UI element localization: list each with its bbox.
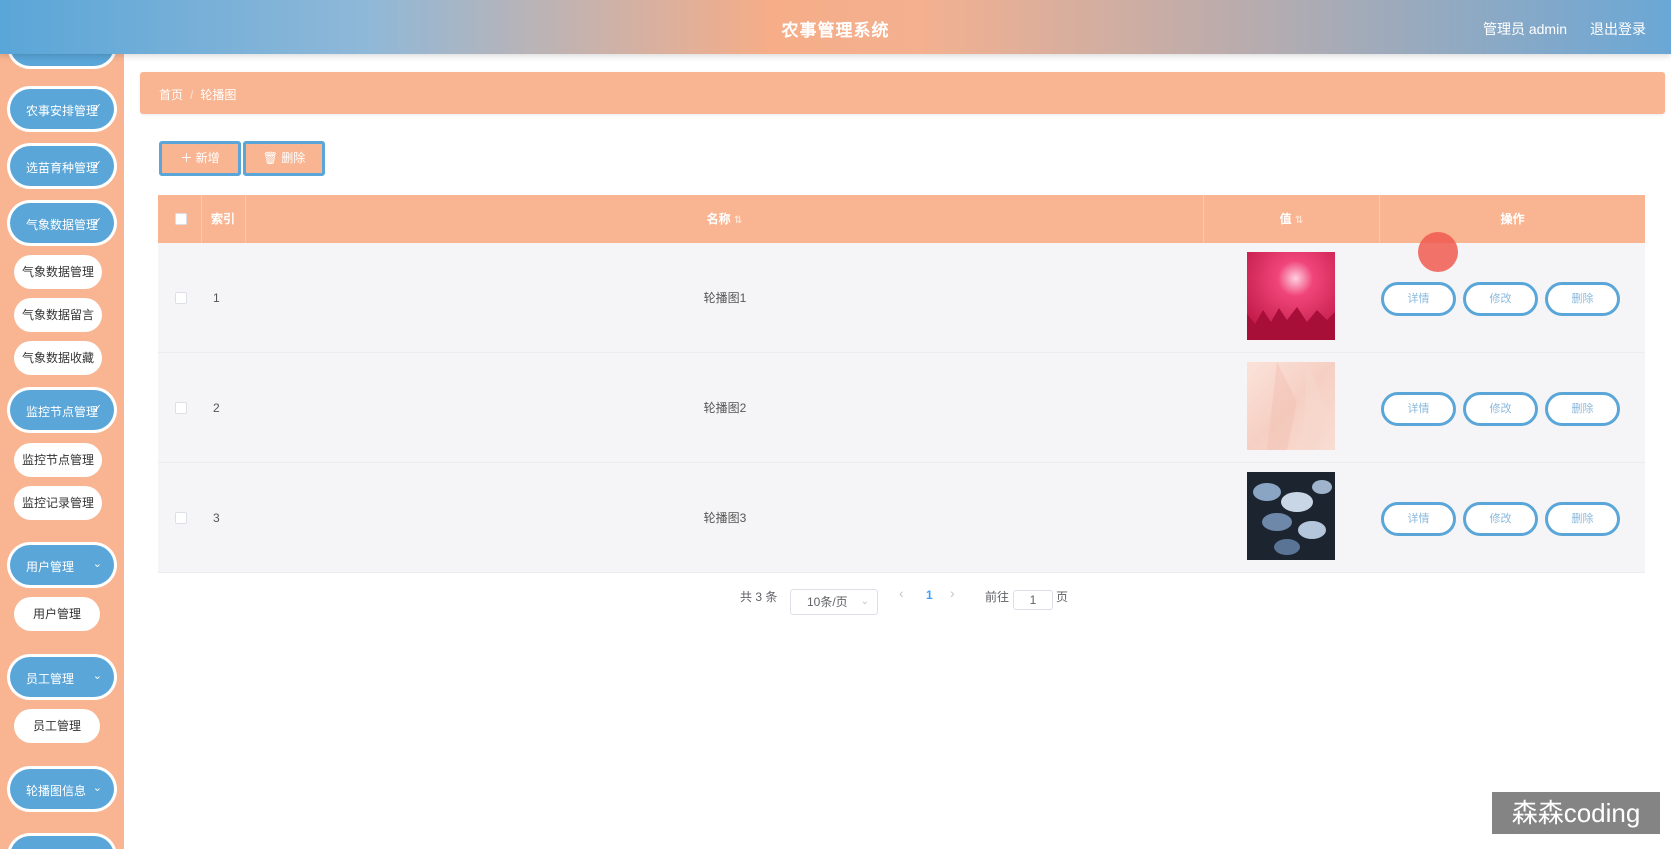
chevron-down-icon: ⌄ bbox=[92, 670, 102, 682]
sidebar-group-label: 监控节点管理 bbox=[26, 405, 99, 419]
sidebar-item-monitor-node[interactable]: 监控节点管理 bbox=[14, 443, 102, 477]
watermark: 森森coding bbox=[1492, 792, 1660, 834]
header-name[interactable]: 名称 ⇅ bbox=[246, 195, 1204, 243]
carousel-image-thumbnail[interactable] bbox=[1247, 472, 1335, 560]
pagination-total: 共 3 条 bbox=[740, 590, 778, 604]
sidebar-group-monitor-node[interactable]: 监控节点管理 ✓ bbox=[10, 390, 114, 430]
check-icon: ✓ bbox=[92, 102, 102, 114]
edit-button[interactable]: 修改 bbox=[1463, 392, 1538, 426]
edit-button[interactable]: 修改 bbox=[1463, 282, 1538, 316]
sidebar-item-weather-favorite[interactable]: 气象数据收藏 bbox=[14, 341, 102, 375]
sidebar-group-carousel[interactable]: 轮播图信息 ⌄ bbox=[10, 769, 114, 809]
breadcrumb: 首页 / 轮播图 bbox=[159, 86, 236, 103]
sidebar-group-users[interactable]: 用户管理 ⌄ bbox=[10, 545, 114, 585]
row-index: 1 bbox=[213, 291, 220, 305]
sidebar-group-seedling[interactable]: 选苗育种管理 ✓ bbox=[10, 146, 114, 186]
sort-icon[interactable]: ⇅ bbox=[1295, 215, 1303, 226]
sidebar: 农事安排管理 ✓ 选苗育种管理 ✓ 气象数据管理 ✓ 气象数据管理 气象数据留言… bbox=[0, 54, 124, 849]
sidebar-item-weather-message[interactable]: 气象数据留言 bbox=[14, 298, 102, 332]
detail-button[interactable]: 详情 bbox=[1381, 282, 1456, 316]
breadcrumb-separator: / bbox=[190, 88, 194, 102]
logout-link[interactable]: 退出登录 bbox=[1590, 19, 1646, 39]
sidebar-group-label: 选苗育种管理 bbox=[26, 161, 99, 175]
header-actions: 操作 bbox=[1500, 212, 1525, 226]
page-number-current[interactable]: 1 bbox=[926, 588, 933, 602]
sidebar-group-farm-schedule[interactable]: 农事安排管理 ✓ bbox=[10, 89, 114, 129]
row-checkbox[interactable] bbox=[175, 402, 187, 414]
current-user: 管理员 admin bbox=[1482, 21, 1567, 37]
check-icon: ✓ bbox=[92, 403, 102, 415]
chevron-down-icon: ⌄ bbox=[92, 558, 102, 570]
sidebar-item-users[interactable]: 用户管理 bbox=[14, 597, 100, 631]
page-size-select[interactable]: 10条/页 ⌄ bbox=[790, 589, 878, 615]
app-title: 农事管理系统 bbox=[781, 21, 890, 40]
edit-button[interactable]: 修改 bbox=[1463, 502, 1538, 536]
header-index: 索引 bbox=[202, 195, 246, 243]
check-icon: ✓ bbox=[92, 159, 102, 171]
row-checkbox[interactable] bbox=[175, 292, 187, 304]
sort-icon[interactable]: ⇅ bbox=[734, 215, 742, 226]
header-value-label: 值 bbox=[1279, 212, 1292, 226]
sidebar-group-label: 轮播图信息 bbox=[26, 784, 87, 798]
chevron-down-icon: ⌄ bbox=[860, 596, 869, 607]
sidebar-item-monitor-record[interactable]: 监控记录管理 bbox=[14, 486, 102, 520]
row-index: 3 bbox=[213, 511, 220, 525]
goto-label: 前往 bbox=[985, 590, 1010, 604]
row-index: 2 bbox=[213, 401, 220, 415]
row-name: 轮播图2 bbox=[703, 401, 747, 415]
sidebar-group-partial[interactable] bbox=[10, 54, 114, 66]
page-size-value: 10条/页 bbox=[807, 595, 848, 609]
sidebar-group-staff[interactable]: 员工管理 ⌄ bbox=[10, 657, 114, 697]
row-name: 轮播图3 bbox=[703, 511, 747, 525]
add-button[interactable]: ＋ 新增 bbox=[159, 141, 241, 176]
carousel-image-thumbnail[interactable] bbox=[1247, 252, 1335, 340]
table-row: 2 轮播图2 详情 修改 删除 bbox=[158, 353, 1645, 463]
detail-button[interactable]: 详情 bbox=[1381, 392, 1456, 426]
delete-button[interactable]: 删除 bbox=[1545, 502, 1620, 536]
check-icon: ✓ bbox=[92, 216, 102, 228]
page-unit-label: 页 bbox=[1056, 590, 1069, 604]
row-checkbox[interactable] bbox=[175, 512, 187, 524]
prev-page-button[interactable]: ‹ bbox=[899, 585, 904, 601]
sidebar-item-staff[interactable]: 员工管理 bbox=[14, 709, 100, 743]
delete-button[interactable]: 删除 bbox=[1545, 392, 1620, 426]
sidebar-group-label: 气象数据管理 bbox=[26, 218, 99, 232]
bulk-delete-button[interactable]: 🗑 删除 bbox=[243, 141, 325, 176]
header-select-cell bbox=[158, 195, 202, 243]
top-header: 农事管理系统 管理员 admin 退出登录 bbox=[0, 0, 1671, 54]
breadcrumb-home[interactable]: 首页 bbox=[159, 88, 183, 102]
detail-button[interactable]: 详情 bbox=[1381, 502, 1456, 536]
next-page-button[interactable]: › bbox=[950, 585, 955, 601]
click-indicator bbox=[1418, 232, 1458, 272]
header-name-label: 名称 bbox=[706, 212, 731, 226]
sidebar-group-label: 员工管理 bbox=[26, 672, 75, 686]
sidebar-group-label: 用户管理 bbox=[26, 560, 75, 574]
breadcrumb-bar: 首页 / 轮播图 bbox=[140, 72, 1665, 114]
breadcrumb-current: 轮播图 bbox=[200, 88, 237, 102]
table-header: 索引 名称 ⇅ 值 ⇅ 操作 bbox=[158, 195, 1645, 243]
header-value[interactable]: 值 ⇅ bbox=[1204, 195, 1380, 243]
sidebar-group-partial-bottom[interactable] bbox=[10, 836, 114, 849]
table-row: 3 轮播图3 详情 修改 删除 bbox=[158, 463, 1645, 573]
sidebar-group-weather[interactable]: 气象数据管理 ✓ bbox=[10, 203, 114, 243]
row-name: 轮播图1 bbox=[703, 291, 747, 305]
sidebar-item-weather-data[interactable]: 气象数据管理 bbox=[14, 255, 102, 289]
chevron-down-icon: ⌄ bbox=[92, 782, 102, 794]
goto-page-input[interactable]: 1 bbox=[1013, 590, 1053, 610]
delete-button[interactable]: 删除 bbox=[1545, 282, 1620, 316]
sidebar-group-label: 农事安排管理 bbox=[26, 104, 99, 118]
select-all-checkbox[interactable] bbox=[175, 213, 187, 225]
carousel-image-thumbnail[interactable] bbox=[1247, 362, 1335, 450]
